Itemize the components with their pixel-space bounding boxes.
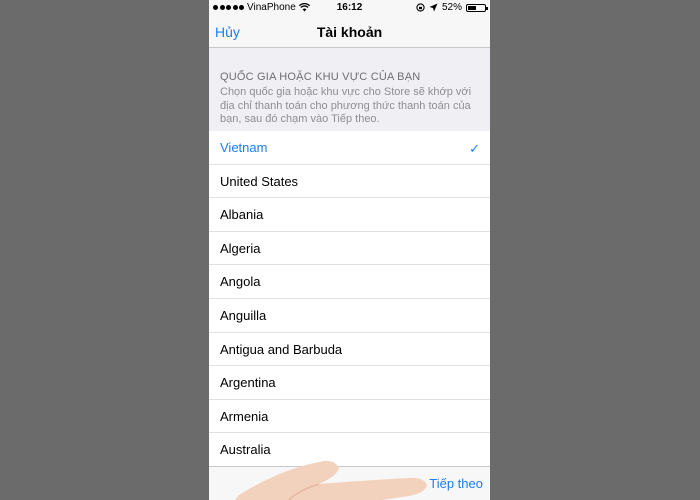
country-row-vietnam[interactable]: Vietnam ✓	[209, 131, 490, 165]
section-description: Chọn quốc gia hoặc khu vực cho Store sẽ …	[220, 86, 472, 125]
pointing-hand-image	[235, 460, 427, 500]
country-label: Angola	[220, 274, 261, 290]
location-arrow-icon	[429, 3, 438, 12]
country-label: Vietnam	[220, 140, 268, 155]
country-row-algeria[interactable]: Algeria	[209, 232, 490, 266]
navigation-bar: Hủy Tài khoản	[209, 16, 490, 48]
phone-screen: VinaPhone 16:12 52% Hủy Tài khoản QUỐC G…	[209, 0, 490, 500]
section-header: QUỐC GIA HOẶC KHU VỰC CỦA BẠN	[220, 71, 421, 83]
battery-icon	[466, 3, 488, 12]
country-row-anguilla[interactable]: Anguilla	[209, 299, 490, 333]
country-row-antigua-and-barbuda[interactable]: Antigua and Barbuda	[209, 333, 490, 367]
country-row-angola[interactable]: Angola	[209, 265, 490, 299]
battery-percent: 52%	[441, 2, 462, 13]
country-label: Argentina	[220, 375, 276, 391]
status-right: 52%	[416, 2, 488, 13]
battery-fill	[468, 5, 476, 10]
country-label: Antigua and Barbuda	[220, 341, 343, 357]
checkmark-icon: ✓	[469, 141, 480, 156]
country-list: Vietnam ✓ United States Albania Algeria …	[209, 131, 490, 467]
country-label: Algeria	[220, 240, 261, 256]
country-label: United States	[220, 173, 299, 189]
country-row-united-states[interactable]: United States	[209, 165, 490, 199]
status-bar: VinaPhone 16:12 52%	[209, 0, 490, 16]
country-label: Albania	[220, 207, 264, 223]
country-label: Anguilla	[220, 307, 267, 323]
page-title: Tài khoản	[316, 24, 383, 40]
country-label: Armenia	[220, 408, 269, 424]
country-row-albania[interactable]: Albania	[209, 198, 490, 232]
country-row-armenia[interactable]: Armenia	[209, 400, 490, 434]
country-row-argentina[interactable]: Argentina	[209, 366, 490, 400]
section-header-area: QUỐC GIA HOẶC KHU VỰC CỦA BẠN Chọn quốc …	[209, 48, 490, 131]
rotation-lock-icon	[416, 3, 425, 12]
